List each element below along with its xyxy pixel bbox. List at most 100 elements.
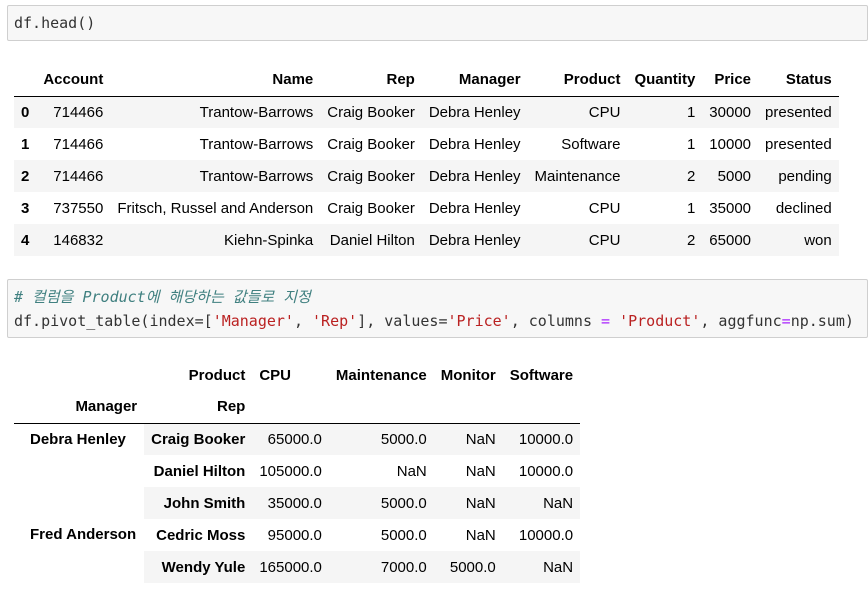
table-cell: 2 bbox=[686, 231, 696, 249]
index-header bbox=[14, 64, 37, 97]
table-row: 4 146832 Kiehn-Spinka Daniel Hilton Debra He… bbox=[14, 224, 839, 256]
blank-header bbox=[502, 391, 581, 424]
table-cell: 35000.0 bbox=[252, 487, 329, 519]
table-cell: Software bbox=[561, 135, 621, 153]
table-row: 0 714466 Trantow-Barrows Craig Booker Debra … bbox=[14, 96, 839, 128]
column-header: Account bbox=[36, 64, 111, 97]
table-cell: NaN bbox=[433, 487, 503, 519]
table-cell: Craig Booker bbox=[327, 199, 415, 217]
table-cell: 35000 bbox=[709, 199, 752, 217]
table-cell: Maintenance bbox=[534, 167, 621, 185]
index-name-rep: Rep bbox=[144, 391, 253, 424]
table-cell: presented bbox=[765, 135, 832, 153]
code-cell-head[interactable]: df.head() bbox=[7, 5, 868, 41]
table-row: 3 737550 Fritsch, Russel and Anderson Craig… bbox=[14, 192, 839, 224]
table-cell: 7000.0 bbox=[328, 551, 434, 583]
table-cell: 95000.0 bbox=[252, 519, 329, 551]
rep-label: Cedric Moss bbox=[144, 519, 253, 551]
table-cell: Craig Booker bbox=[327, 167, 415, 185]
blank-header bbox=[328, 391, 434, 424]
table-cell: Debra Henley bbox=[428, 135, 521, 153]
table-cell: 165000.0 bbox=[252, 551, 329, 583]
table-cell: NaN bbox=[502, 551, 581, 583]
manager-label: Debra Henley bbox=[14, 423, 145, 519]
columns-name: Product bbox=[188, 366, 246, 384]
table-cell: won bbox=[804, 231, 832, 249]
code-text: df.head() bbox=[14, 14, 96, 32]
table-cell: CPU bbox=[588, 103, 621, 121]
column-header: Rep bbox=[320, 64, 422, 97]
table-cell: NaN bbox=[328, 455, 434, 487]
table-cell: 146832 bbox=[53, 231, 104, 249]
column-header: Software bbox=[509, 366, 574, 384]
table-cell: 714466 bbox=[53, 103, 104, 121]
table-cell: Debra Henley bbox=[428, 103, 521, 121]
table-row: Debra Henley Craig Booker 65000.0 5000.0 NaN… bbox=[14, 423, 581, 519]
pivot-dataframe: Product CPU Maintenance Monitor Software… bbox=[14, 359, 581, 583]
column-header: Name bbox=[110, 64, 321, 97]
table-cell: pending bbox=[778, 167, 832, 185]
table-cell: 65000.0 bbox=[252, 423, 329, 455]
row-index: 0 bbox=[21, 103, 30, 121]
table-cell: 5000.0 bbox=[328, 423, 434, 455]
table-cell: 105000.0 bbox=[252, 455, 329, 487]
column-header: Product bbox=[527, 64, 628, 97]
table-cell: NaN bbox=[433, 455, 503, 487]
rep-label: Craig Booker bbox=[144, 423, 253, 455]
table-cell: declined bbox=[775, 199, 832, 217]
table-cell: NaN bbox=[502, 487, 581, 519]
code-comment: # 컬럼을 Product에 해당하는 값들로 지정 bbox=[14, 288, 311, 306]
table-cell: 5000.0 bbox=[328, 519, 434, 551]
blank-header bbox=[252, 391, 329, 424]
table-cell: 10000.0 bbox=[502, 423, 581, 455]
code-cell-pivot[interactable]: # 컬럼을 Product에 해당하는 값들로 지정 df.pivot_tabl… bbox=[7, 279, 868, 338]
head-dataframe: Account Name Rep Manager Product Quantit… bbox=[14, 64, 839, 256]
columns-header-row: Product CPU Maintenance Monitor Software bbox=[14, 359, 580, 391]
table-cell: 2 bbox=[686, 167, 696, 185]
code-token: 'Price' bbox=[447, 312, 511, 330]
index-name-manager: Manager bbox=[14, 391, 145, 424]
header-row: Account Name Rep Manager Product Quantit… bbox=[14, 64, 839, 97]
rep-label: Daniel Hilton bbox=[144, 455, 253, 487]
table-cell: NaN bbox=[433, 519, 503, 551]
table-row: 1 714466 Trantow-Barrows Craig Booker Debra … bbox=[14, 128, 839, 160]
table-cell: NaN bbox=[433, 423, 503, 455]
code-token: , columns bbox=[510, 312, 602, 330]
code-token: , aggfunc bbox=[700, 312, 782, 330]
table-cell: Craig Booker bbox=[327, 135, 415, 153]
table-cell: 714466 bbox=[53, 167, 104, 185]
row-index: 2 bbox=[21, 167, 30, 185]
code-token: ], values= bbox=[357, 312, 448, 330]
code-token: , bbox=[293, 312, 313, 330]
table-cell: 10000 bbox=[709, 135, 752, 153]
code-token: 'Product' bbox=[619, 312, 701, 330]
column-header: Price bbox=[702, 64, 759, 97]
column-header: Monitor bbox=[440, 366, 496, 384]
table-cell: Trantow-Barrows bbox=[199, 103, 314, 121]
table-cell: CPU bbox=[588, 199, 621, 217]
table-cell: 1 bbox=[686, 135, 696, 153]
table-cell: Debra Henley bbox=[428, 167, 521, 185]
table-cell: 30000 bbox=[709, 103, 752, 121]
blank-header bbox=[433, 391, 503, 424]
table-cell: 1 bbox=[686, 199, 696, 217]
code-token: = bbox=[781, 312, 791, 330]
table-cell: 5000 bbox=[717, 167, 752, 185]
table-cell: presented bbox=[765, 103, 832, 121]
manager-label: Fred Anderson bbox=[14, 519, 145, 583]
column-header: Quantity bbox=[627, 64, 703, 97]
column-header: Manager bbox=[421, 64, 528, 97]
blank-header bbox=[14, 359, 144, 391]
table-cell: Debra Henley bbox=[428, 199, 521, 217]
row-index: 4 bbox=[21, 231, 30, 249]
table-cell: Fritsch, Russel and Anderson bbox=[117, 199, 314, 217]
table-cell: Trantow-Barrows bbox=[199, 167, 314, 185]
table-cell: 737550 bbox=[53, 199, 104, 217]
rep-label: John Smith bbox=[144, 487, 253, 519]
table-cell: Kiehn-Spinka bbox=[224, 231, 314, 249]
table-cell: 5000.0 bbox=[328, 487, 434, 519]
table-cell: 65000 bbox=[709, 231, 752, 249]
column-header: Status bbox=[758, 64, 839, 97]
table-cell: 10000.0 bbox=[502, 455, 581, 487]
